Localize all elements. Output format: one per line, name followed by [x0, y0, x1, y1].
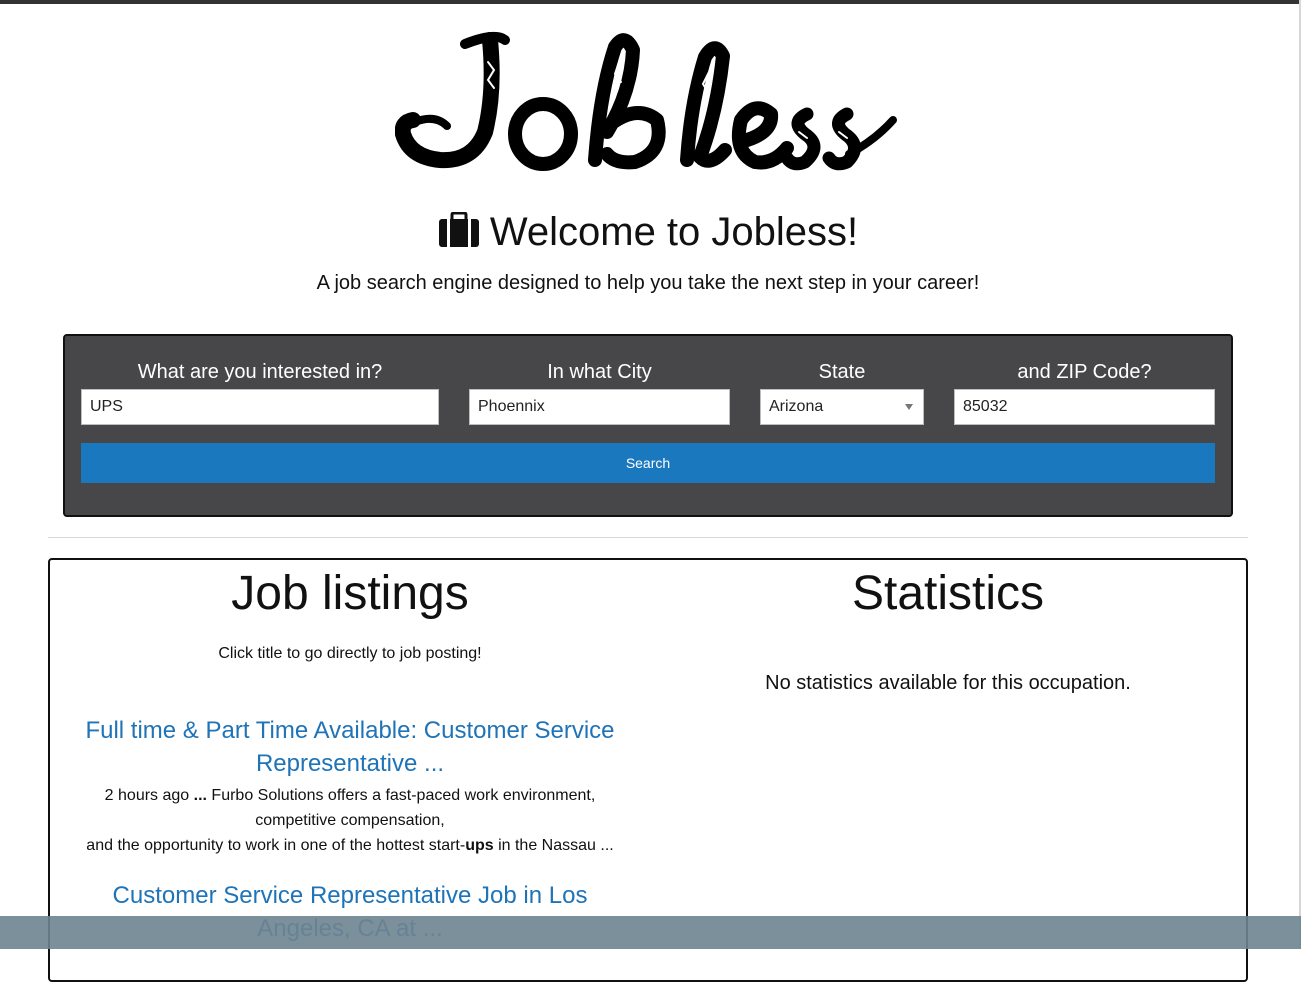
tagline: A job search engine designed to help you…: [316, 272, 980, 294]
welcome-text: Welcome to Jobless!: [489, 210, 859, 254]
snippet-highlight: ups: [465, 837, 494, 854]
state-select[interactable]: Arizona: [760, 389, 924, 425]
state-select-value: Arizona: [769, 398, 824, 415]
snippet-text: 2 hours ago: [104, 787, 194, 804]
zip-input[interactable]: [954, 389, 1215, 425]
city-label: In what City: [547, 361, 652, 383]
snippet-text: and the opportunity to work in one of th…: [86, 837, 466, 854]
interest-input[interactable]: [81, 389, 439, 425]
chevron-down-icon: [905, 404, 913, 410]
search-panel: What are you interested in? In what City…: [63, 334, 1233, 517]
snippet-highlight: ...: [193, 787, 207, 804]
section-divider: [48, 537, 1248, 538]
job-snippet: 2 hours ago ... Furbo Solutions offers a…: [80, 783, 620, 858]
state-label: State: [818, 361, 866, 383]
city-input[interactable]: [469, 389, 730, 425]
job-listings-hint: Click title to go directly to job postin…: [218, 645, 482, 662]
snippet-text: in the Nassau ...: [493, 837, 614, 854]
bottom-overlay-bar: [0, 916, 1301, 949]
welcome-heading: Welcome to Jobless!: [0, 206, 1296, 258]
interest-label: What are you interested in?: [137, 361, 383, 383]
zip-label: and ZIP Code?: [1017, 361, 1152, 383]
search-button[interactable]: Search: [81, 443, 1215, 483]
job-title-link[interactable]: Full time & Part Time Available: Custome…: [80, 714, 620, 780]
statistics-empty-message: No statistics available for this occupat…: [765, 672, 1131, 694]
briefcase-icon: [438, 211, 479, 247]
job-listing: Full time & Part Time Available: Custome…: [80, 714, 620, 858]
top-border: [0, 0, 1301, 4]
statistics-heading: Statistics: [851, 567, 1045, 620]
snippet-text: Furbo Solutions offers a fast-paced work…: [206, 787, 596, 829]
jobless-logo: [395, 31, 897, 171]
job-listings-heading: Job listings: [231, 567, 469, 620]
